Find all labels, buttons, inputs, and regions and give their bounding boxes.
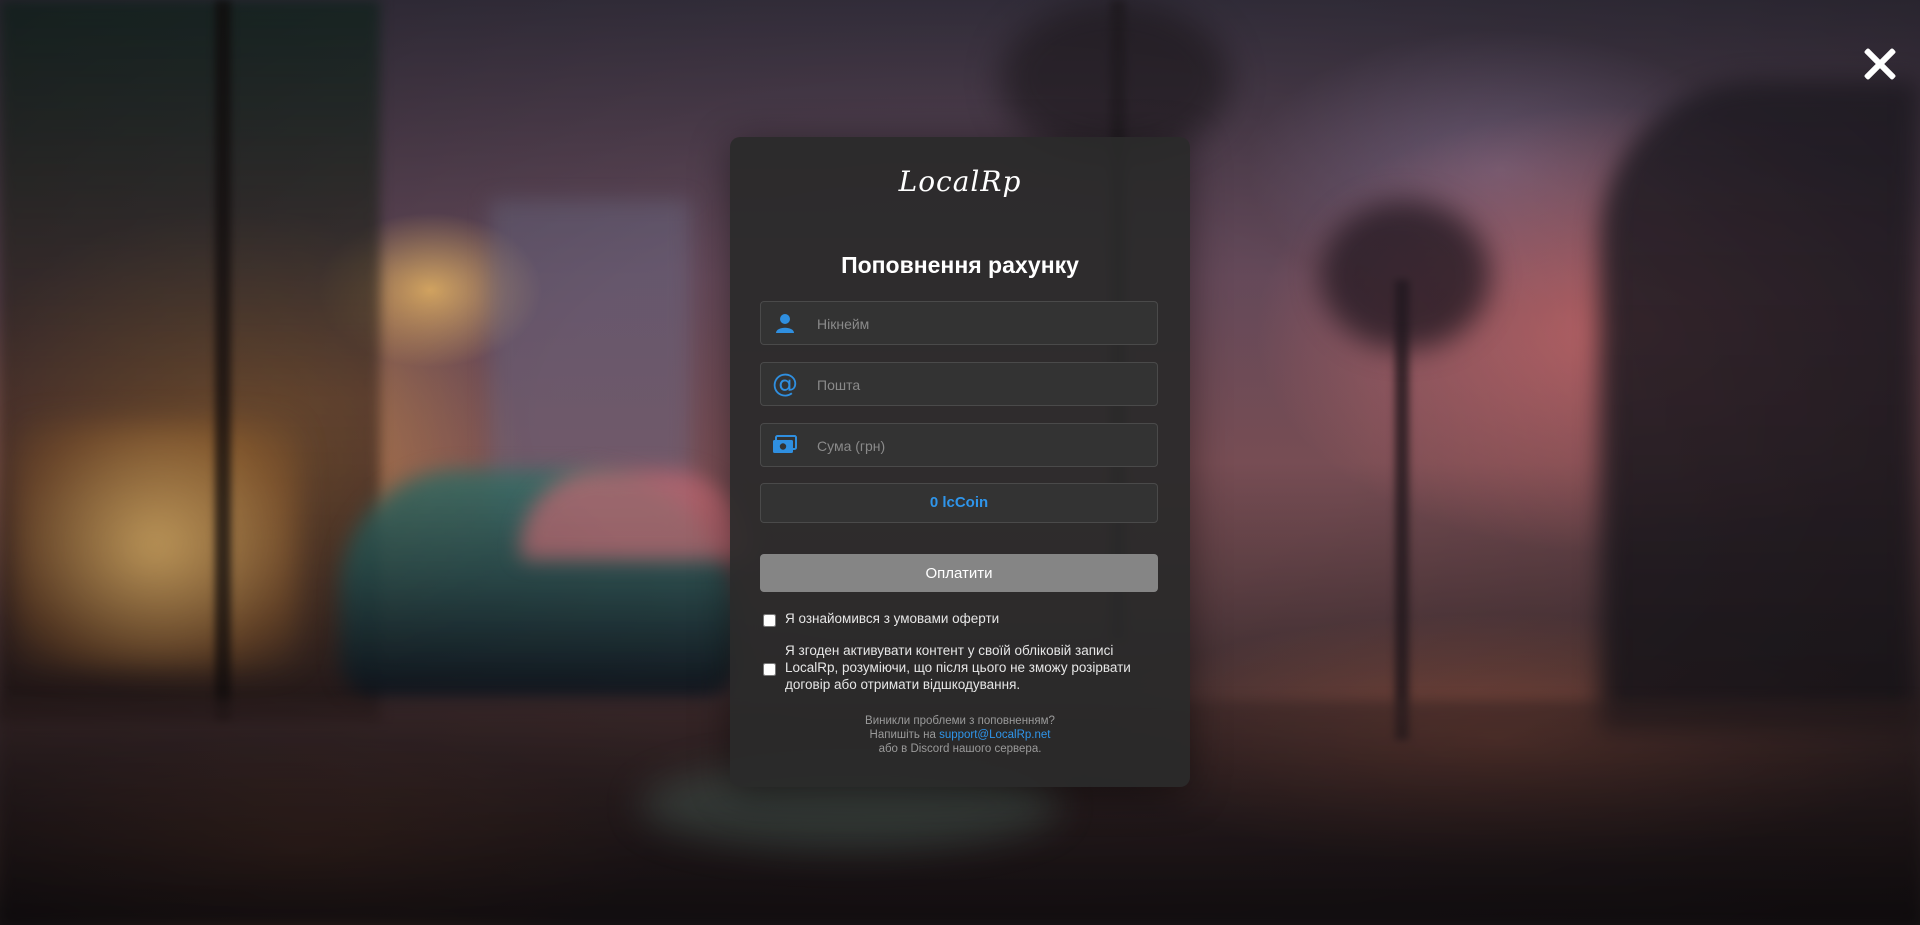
help-line-2: Напишіть на support@LocalRp.net — [730, 728, 1190, 742]
help-text: Виникли проблеми з поповненням? Напишіть… — [730, 714, 1190, 756]
support-email-link[interactable]: support@LocalRp.net — [939, 729, 1050, 741]
consent-checkbox[interactable] — [763, 663, 776, 676]
close-icon[interactable] — [1862, 46, 1898, 82]
logo: LocalRp — [898, 165, 1022, 198]
money-icon — [769, 430, 801, 460]
nickname-field[interactable] — [760, 301, 1158, 346]
offer-checkbox-row[interactable]: Я ознайомився з умовами оферти — [763, 610, 1158, 630]
offer-checkbox[interactable] — [763, 614, 776, 627]
user-icon — [769, 308, 801, 338]
help-line-3: або в Discord нашого сервера. — [878, 743, 1042, 755]
offer-checkbox-label: Я ознайомився з умовами оферти — [785, 611, 1000, 626]
email-field[interactable]: @ — [760, 362, 1158, 407]
amount-input[interactable] — [815, 424, 1149, 468]
modal-title: Поповнення рахунку — [841, 252, 1079, 278]
email-input[interactable] — [815, 363, 1149, 407]
consent-checkbox-row[interactable]: Я згоден активувати контент у своїй облі… — [763, 642, 1158, 696]
payment-modal: LocalRp Поповнення рахунку @ 0 lcCoin Оп… — [730, 137, 1190, 787]
at-icon: @ — [772, 369, 798, 399]
help-line-1: Виникли проблеми з поповненням? — [865, 715, 1055, 727]
nickname-input[interactable] — [815, 302, 1149, 346]
help-line-2-prefix: Напишіть на — [869, 729, 940, 741]
amount-field[interactable] — [760, 423, 1158, 468]
coin-amount-display: 0 lcCoin — [760, 483, 1158, 523]
pay-button[interactable]: Оплатити — [760, 554, 1158, 592]
consent-checkbox-label: Я згоден активувати контент у своїй облі… — [785, 643, 1131, 692]
